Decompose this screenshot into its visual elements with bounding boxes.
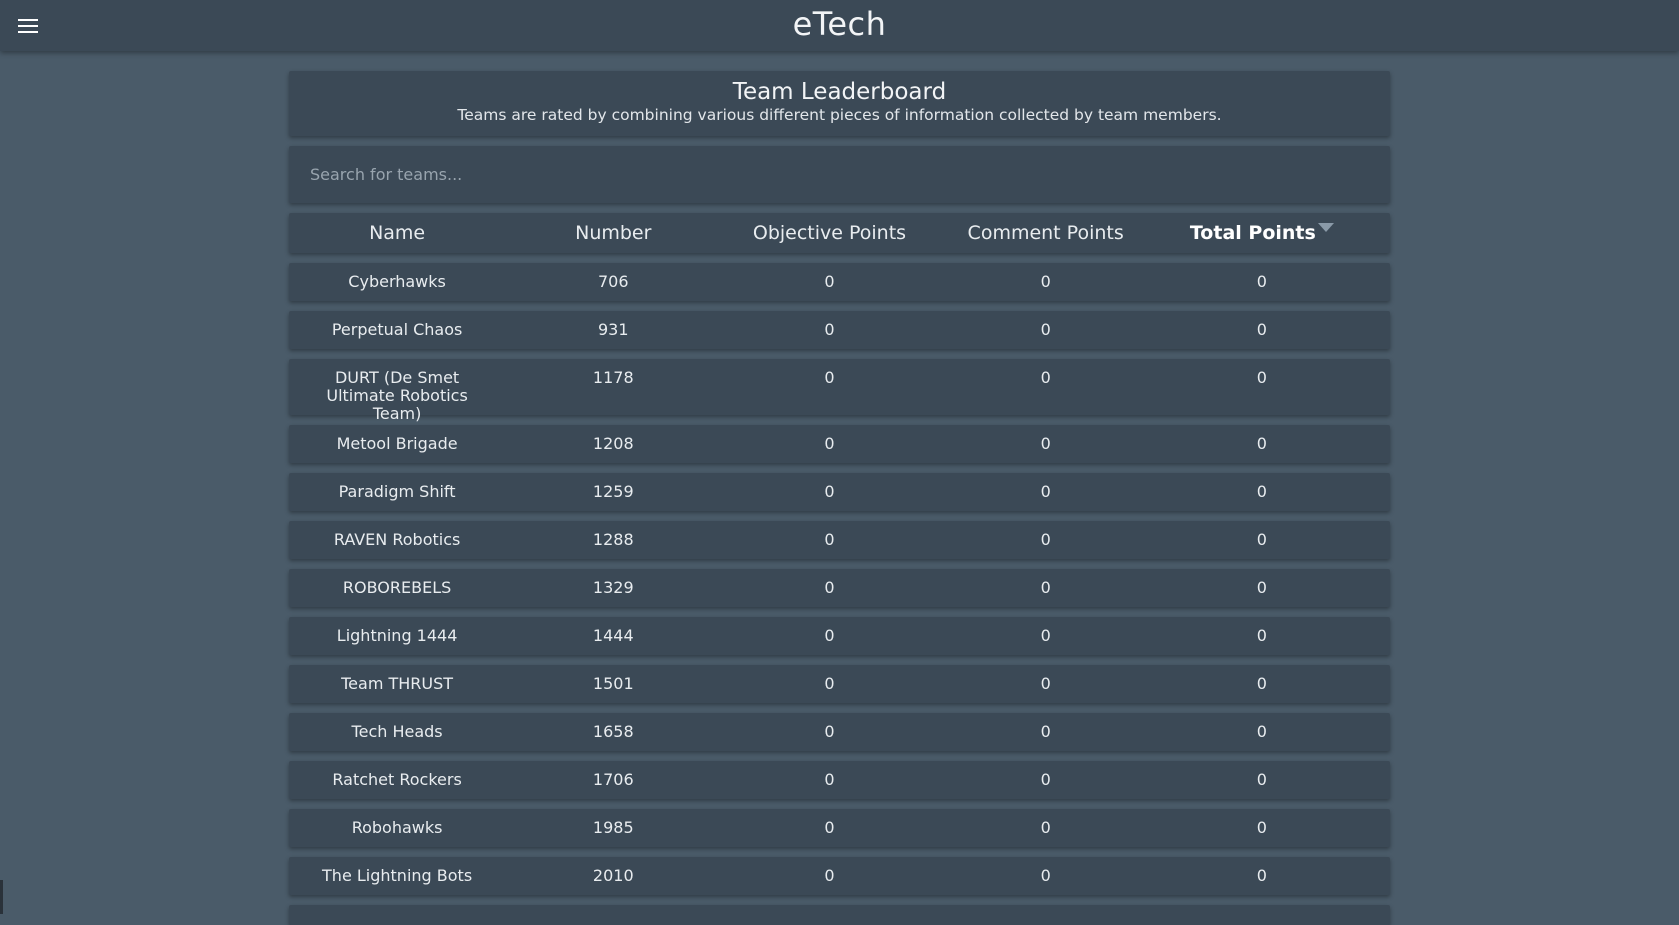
table-body: Cyberhawks 706 0 0 0 Perpetual Chaos 931… xyxy=(289,263,1390,925)
total-points-cell: 0 xyxy=(1256,866,1267,885)
total-points-cell: 0 xyxy=(1256,320,1267,339)
total-points-cell: 0 xyxy=(1256,530,1267,549)
table-row[interactable]: Tech Heads 1658 0 0 0 xyxy=(289,713,1390,751)
total-points-cell: 0 xyxy=(1256,770,1267,789)
table-row[interactable]: The Lightning Bots 2010 0 0 0 xyxy=(289,857,1390,895)
team-name-cell: Lightning 1444 xyxy=(336,626,458,645)
comment-points-cell: 0 xyxy=(1040,272,1051,291)
comment-points-cell: 0 xyxy=(1040,578,1051,597)
objective-points-cell: 0 xyxy=(824,434,835,453)
table-row-partial[interactable] xyxy=(289,905,1390,925)
comment-points-cell: 0 xyxy=(1040,722,1051,741)
team-number-cell: 1985 xyxy=(592,818,634,837)
team-name-cell: Tech Heads xyxy=(351,722,443,741)
team-name-cell: Paradigm Shift xyxy=(338,482,456,501)
app-title: eTech xyxy=(792,5,887,43)
table-row[interactable]: Metool Brigade 1208 0 0 0 xyxy=(289,425,1390,463)
table-row[interactable]: Paradigm Shift 1259 0 0 0 xyxy=(289,473,1390,511)
team-number-cell: 1178 xyxy=(592,368,634,387)
column-header-comment-points[interactable]: Comment Points xyxy=(938,222,1154,244)
objective-points-cell: 0 xyxy=(824,530,835,549)
comment-points-cell: 0 xyxy=(1040,818,1051,837)
team-number-cell: 706 xyxy=(598,272,629,291)
team-name-cell: Metool Brigade xyxy=(336,434,458,453)
team-number-cell: 1501 xyxy=(592,674,634,693)
window-edge xyxy=(0,880,3,914)
comment-points-cell: 0 xyxy=(1040,626,1051,645)
table-row[interactable]: Lightning 1444 1444 0 0 0 xyxy=(289,617,1390,655)
column-header-objective-points[interactable]: Objective Points xyxy=(721,222,937,244)
team-number-cell: 931 xyxy=(598,320,629,339)
team-number-cell: 2010 xyxy=(592,866,634,885)
page-title: Team Leaderboard xyxy=(732,79,947,105)
team-number-cell: 1329 xyxy=(592,578,634,597)
column-header-name[interactable]: Name xyxy=(289,222,505,244)
team-number-cell: 1706 xyxy=(592,770,634,789)
objective-points-cell: 0 xyxy=(824,482,835,501)
page-subtitle: Teams are rated by combining various dif… xyxy=(457,106,1222,124)
table-row[interactable]: ROBOREBELS 1329 0 0 0 xyxy=(289,569,1390,607)
table-row[interactable]: RAVEN Robotics 1288 0 0 0 xyxy=(289,521,1390,559)
team-name-cell: RAVEN Robotics xyxy=(333,530,461,549)
total-points-cell: 0 xyxy=(1256,482,1267,501)
leaderboard-header: Team Leaderboard Teams are rated by comb… xyxy=(289,71,1390,136)
table-row[interactable]: Robohawks 1985 0 0 0 xyxy=(289,809,1390,847)
objective-points-cell: 0 xyxy=(824,368,835,387)
comment-points-cell: 0 xyxy=(1040,674,1051,693)
objective-points-cell: 0 xyxy=(824,770,835,789)
total-points-cell: 0 xyxy=(1256,368,1267,387)
column-header-total-points[interactable]: Total Points xyxy=(1154,222,1370,244)
objective-points-cell: 0 xyxy=(824,626,835,645)
sort-descending-icon xyxy=(1317,223,1334,232)
team-number-cell: 1208 xyxy=(592,434,634,453)
top-app-bar: eTech xyxy=(0,0,1679,51)
team-number-cell: 1259 xyxy=(592,482,634,501)
search-input[interactable] xyxy=(289,146,1390,203)
objective-points-cell: 0 xyxy=(824,578,835,597)
comment-points-cell: 0 xyxy=(1040,770,1051,789)
team-name-cell: Team THRUST xyxy=(341,674,454,693)
team-name-cell: DURT (De Smet Ultimate Robotics Team) xyxy=(326,368,468,423)
objective-points-cell: 0 xyxy=(824,722,835,741)
total-points-cell: 0 xyxy=(1256,434,1267,453)
comment-points-cell: 0 xyxy=(1040,482,1051,501)
total-points-cell: 0 xyxy=(1256,272,1267,291)
team-number-cell: 1288 xyxy=(592,530,634,549)
column-header-total-points-label: Total Points xyxy=(1189,222,1316,244)
objective-points-cell: 0 xyxy=(824,818,835,837)
leaderboard-container: Team Leaderboard Teams are rated by comb… xyxy=(289,71,1390,925)
comment-points-cell: 0 xyxy=(1040,866,1051,885)
team-name-cell: ROBOREBELS xyxy=(342,578,452,597)
team-number-cell: 1658 xyxy=(592,722,634,741)
comment-points-cell: 0 xyxy=(1040,368,1051,387)
objective-points-cell: 0 xyxy=(824,674,835,693)
table-row[interactable]: Ratchet Rockers 1706 0 0 0 xyxy=(289,761,1390,799)
team-name-cell: Ratchet Rockers xyxy=(332,770,462,789)
total-points-cell: 0 xyxy=(1256,626,1267,645)
objective-points-cell: 0 xyxy=(824,320,835,339)
table-row[interactable]: Perpetual Chaos 931 0 0 0 xyxy=(289,311,1390,349)
comment-points-cell: 0 xyxy=(1040,530,1051,549)
total-points-cell: 0 xyxy=(1256,578,1267,597)
objective-points-cell: 0 xyxy=(824,272,835,291)
search-card xyxy=(289,146,1390,203)
comment-points-cell: 0 xyxy=(1040,434,1051,453)
team-name-cell: Robohawks xyxy=(351,818,443,837)
table-row[interactable]: Team THRUST 1501 0 0 0 xyxy=(289,665,1390,703)
table-header-row: Name Number Objective Points Comment Poi… xyxy=(289,213,1390,253)
column-header-number[interactable]: Number xyxy=(505,222,721,244)
table-row[interactable]: DURT (De Smet Ultimate Robotics Team) 11… xyxy=(289,359,1390,423)
comment-points-cell: 0 xyxy=(1040,320,1051,339)
total-points-cell: 0 xyxy=(1256,674,1267,693)
team-name-cell: The Lightning Bots xyxy=(322,866,473,885)
team-name-cell: Perpetual Chaos xyxy=(331,320,463,339)
team-name-cell: Cyberhawks xyxy=(348,272,446,291)
table-row[interactable]: Cyberhawks 706 0 0 0 xyxy=(289,263,1390,301)
objective-points-cell: 0 xyxy=(824,866,835,885)
total-points-cell: 0 xyxy=(1256,722,1267,741)
total-points-cell: 0 xyxy=(1256,818,1267,837)
team-number-cell: 1444 xyxy=(592,626,634,645)
